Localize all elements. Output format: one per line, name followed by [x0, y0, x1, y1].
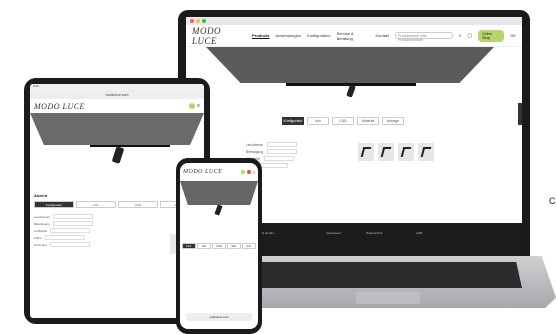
config-select[interactable]: [50, 228, 91, 233]
product-thumbnails: [358, 143, 434, 161]
menu-icon[interactable]: ≡: [253, 170, 255, 175]
phone-site-header: MODO LUCE ≡: [180, 163, 258, 181]
product-thumbnail[interactable]: [378, 143, 394, 161]
language-select[interactable]: DE: [510, 33, 516, 38]
address-bar[interactable]: modoluce.com: [186, 313, 252, 321]
nav-anwendungen[interactable]: Anwendungen: [275, 33, 301, 38]
mac-menu-bar: [186, 17, 522, 25]
header-actions: ≡: [240, 169, 255, 175]
tab-anfrage[interactable]: Anfr.: [242, 243, 256, 249]
site-logo[interactable]: MODO LUCE: [34, 102, 85, 111]
phone-device: MODO LUCE ≡ Konf. Info CAD Mat. Anfr. mo…: [176, 158, 262, 334]
search-icon[interactable]: ⌕: [459, 33, 462, 39]
product-thumbnail[interactable]: [398, 143, 414, 161]
product-hero: [180, 181, 258, 227]
address-bar[interactable]: modoluce.com: [30, 90, 204, 99]
config-label: Befestigung: [34, 221, 50, 226]
side-feedback-tab[interactable]: [518, 103, 522, 125]
tab-anfrage[interactable]: Anfrage: [382, 117, 404, 125]
nav-kontakt[interactable]: Kontakt: [375, 33, 389, 38]
tab-konfigurator[interactable]: Konf.: [182, 243, 196, 249]
footer-link-datenschutz[interactable]: Datenschutz: [366, 231, 383, 235]
tab-info[interactable]: Info: [197, 243, 211, 249]
nav-konfiguration[interactable]: Konfiguration: [307, 33, 331, 38]
ceiling-image: [180, 181, 258, 205]
spotlight-icon: [420, 147, 432, 157]
cropped-text: C: [549, 196, 556, 206]
config-row: Lichtfarbe: [246, 155, 336, 162]
spotlight-image: [111, 146, 125, 164]
minimize-icon[interactable]: [196, 19, 200, 23]
nav-service[interactable]: Service & Beratung: [337, 31, 370, 41]
tab-cad[interactable]: CAD: [332, 117, 354, 125]
product-tabs: Konf. Info CAD Mat. Anfr.: [180, 243, 258, 249]
ceiling-image: [206, 47, 494, 83]
product-tabs: Konfigurator Info CAD Material Anfrage: [282, 117, 404, 125]
bag-icon[interactable]: ▢: [467, 33, 472, 39]
config-label: Befestigung: [246, 149, 263, 154]
spotlight-icon: [360, 147, 372, 157]
tab-info[interactable]: Info: [76, 201, 116, 208]
product-thumbnail[interactable]: [358, 143, 374, 161]
config-label: Leuchtenart: [34, 214, 50, 219]
site-logo[interactable]: MODO LUCE: [183, 169, 222, 175]
product-thumbnail[interactable]: [418, 143, 434, 161]
track-rail: [90, 145, 170, 147]
config-label: Farbe: [34, 235, 42, 240]
tab-material[interactable]: Material: [357, 117, 379, 125]
config-select[interactable]: [44, 235, 85, 240]
laptop-trackpad: [356, 292, 420, 304]
nav-products[interactable]: Products: [252, 33, 269, 38]
config-select[interactable]: [52, 221, 93, 226]
config-select[interactable]: [266, 149, 297, 154]
config-select[interactable]: [49, 242, 90, 247]
config-label: Dimmung: [34, 242, 47, 247]
tab-info[interactable]: Info: [307, 117, 329, 125]
shop-icon[interactable]: [240, 169, 245, 174]
site-logo[interactable]: MODO LUCE: [192, 26, 246, 46]
laptop-keyboard: [232, 262, 522, 288]
online-shop-button[interactable]: Online Shop: [478, 29, 505, 42]
product-hero: [186, 47, 522, 109]
tab-material[interactable]: Mat.: [227, 243, 241, 249]
lang-flag-icon[interactable]: [246, 169, 251, 174]
ceiling-image: [30, 113, 204, 145]
config-select[interactable]: [266, 142, 297, 147]
spotlight-image: [214, 204, 223, 216]
config-select[interactable]: [258, 163, 289, 168]
header-actions: ≡: [189, 103, 200, 109]
footer-link-agb[interactable]: AGB: [416, 231, 422, 235]
config-row: Leuchtenart: [246, 141, 336, 148]
config-select[interactable]: [264, 156, 294, 161]
spotlight-icon: [380, 147, 392, 157]
spotlight-icon: [400, 147, 412, 157]
config-select[interactable]: [52, 214, 93, 219]
phone-screen: MODO LUCE ≡ Konf. Info CAD Mat. Anfr. mo…: [180, 163, 258, 329]
maximize-icon[interactable]: [202, 19, 206, 23]
config-label: Leuchtenart: [246, 142, 263, 147]
window-controls[interactable]: [190, 19, 206, 23]
spotlight-image: [346, 84, 356, 98]
shop-icon[interactable]: [189, 103, 196, 109]
config-label: Lichtfarbe: [34, 228, 48, 233]
footer-link-impressum[interactable]: Impressum: [326, 231, 341, 235]
tab-konfigurator[interactable]: Konfigurator: [34, 201, 74, 208]
tab-cad[interactable]: CAD: [118, 201, 158, 208]
menu-icon[interactable]: ≡: [197, 103, 200, 109]
config-row: Befestigung: [246, 148, 336, 155]
search-input[interactable]: Produktname oder Produktnummer: [395, 32, 453, 42]
tab-cad[interactable]: CAD: [212, 243, 226, 249]
tablet-site-header: MODO LUCE ≡: [30, 99, 204, 113]
tab-konfigurator[interactable]: Konfigurator: [282, 117, 304, 125]
close-icon[interactable]: [190, 19, 194, 23]
site-header: MODO LUCE Products Anwendungen Konfigura…: [186, 25, 522, 47]
